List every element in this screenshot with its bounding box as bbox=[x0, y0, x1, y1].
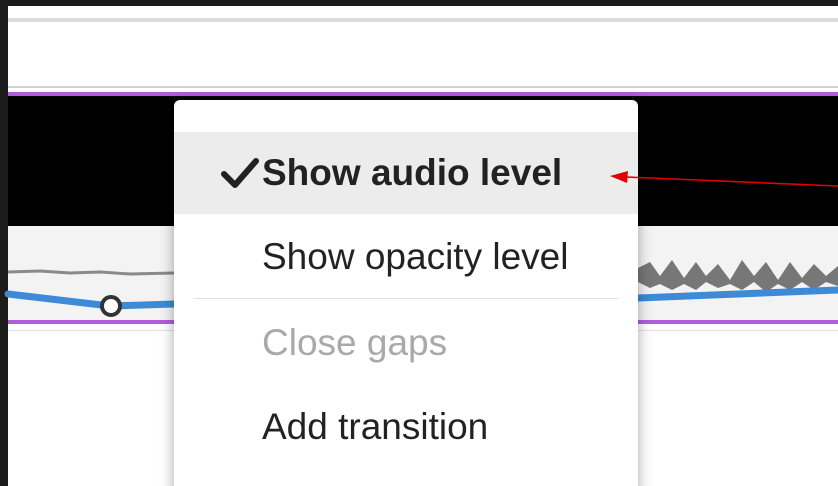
audio-level-line-right bbox=[634, 286, 838, 302]
audio-waveform-left bbox=[7, 269, 175, 276]
menu-item-label: Show audio level bbox=[262, 152, 563, 193]
audio-waveform-right bbox=[638, 260, 838, 292]
video-editor-screenshot: Show audio level Show opacity level Clos… bbox=[0, 0, 838, 486]
menu-item-label: Close gaps bbox=[262, 322, 448, 363]
menu-item-label: Add transition bbox=[262, 406, 489, 447]
audio-level-line bbox=[4, 290, 178, 310]
menu-item-label: Show opacity level bbox=[262, 236, 569, 277]
checkmark-icon bbox=[221, 158, 259, 188]
menu-item-add-transition[interactable]: Add transition bbox=[174, 386, 638, 468]
menu-item-show-opacity-level[interactable]: Show opacity level bbox=[174, 216, 638, 298]
menu-divider bbox=[194, 298, 618, 299]
menu-item-show-audio-level[interactable]: Show audio level bbox=[174, 132, 638, 214]
menu-item-close-gaps: Close gaps bbox=[174, 302, 638, 384]
context-menu: Show audio level Show opacity level Clos… bbox=[174, 100, 638, 486]
audio-keyframe-handle bbox=[100, 295, 122, 317]
